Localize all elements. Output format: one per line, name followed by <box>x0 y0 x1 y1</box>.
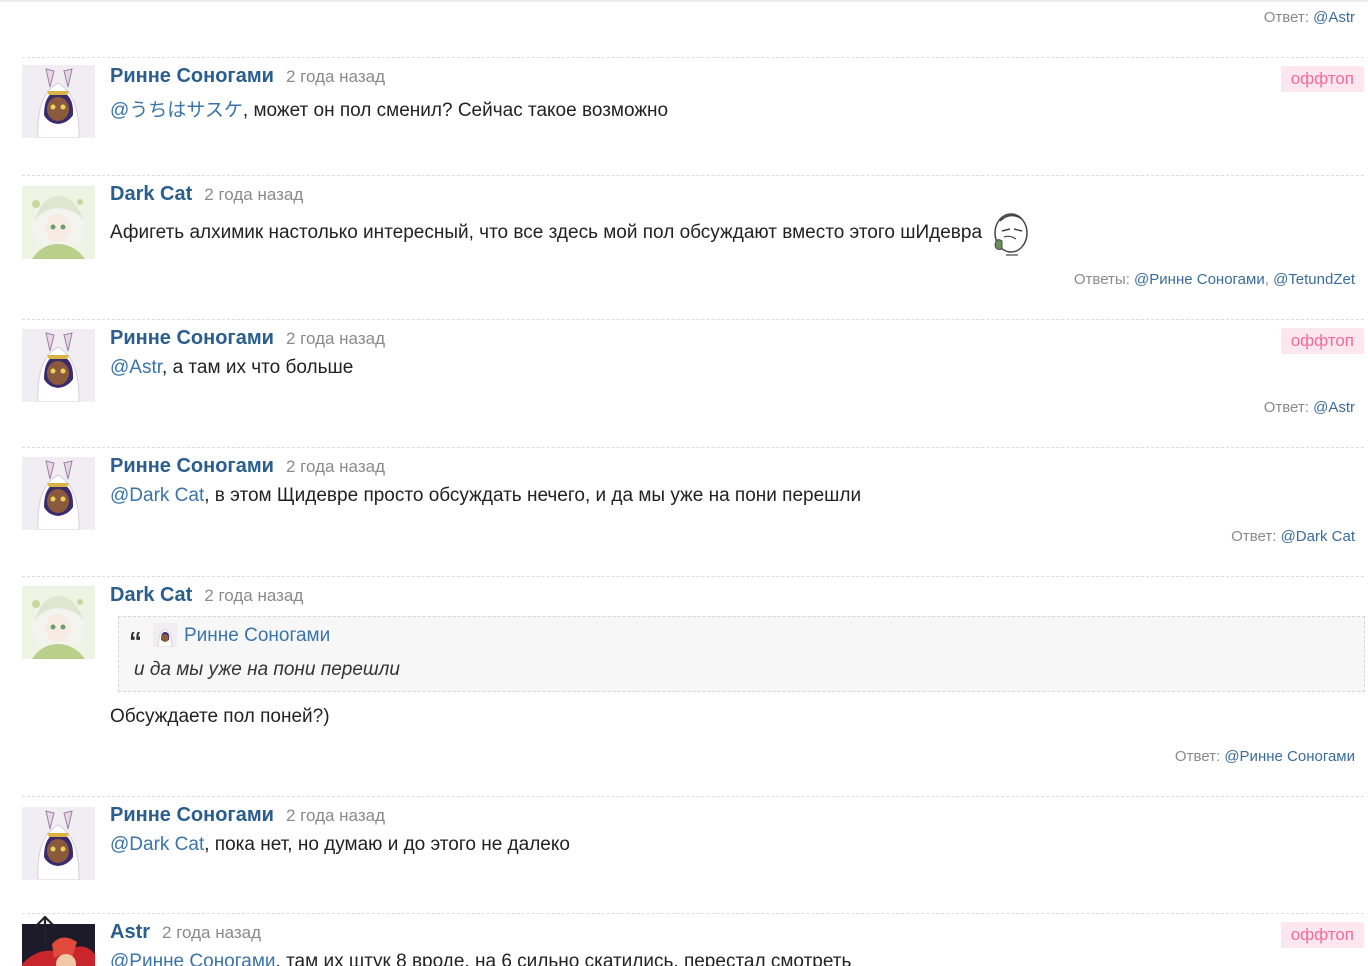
comment-divider <box>22 447 1364 448</box>
avatar[interactable] <box>22 586 95 659</box>
comment-body: , может он пол сменил? Сейчас такое возм… <box>242 100 669 121</box>
comment-text: @Dark Cat, пока нет, но думаю и до этого… <box>110 834 570 856</box>
quote-text: и да мы уже на пони перешли <box>134 659 400 680</box>
reply-prefix: Ответ: <box>1263 9 1309 26</box>
author-link[interactable]: Dark Cat <box>110 584 192 606</box>
comment-divider <box>22 913 1364 914</box>
comment-body: , в этом Щидевре просто обсуждать нечего… <box>204 485 862 506</box>
mention-link[interactable]: @Dark Cat <box>110 485 204 506</box>
mention-link[interactable]: @うちはサスケ <box>110 100 243 121</box>
comment-header: Ринне Соногами 2 года назад <box>110 455 385 478</box>
comment-divider <box>22 57 1364 58</box>
comment-divider <box>22 319 1364 320</box>
comment-time: 2 года назад <box>285 457 385 476</box>
reply-line: Ответы: @Ринне Соногами, @TetundZet <box>1073 271 1355 288</box>
comment-text: Обсуждаете пол поней?) <box>110 706 330 728</box>
comment-header: Dark Cat 2 года назад <box>110 584 303 607</box>
comment-divider <box>22 576 1364 577</box>
comment-time: 2 года назад <box>285 67 385 86</box>
comment-header: Ринне Соногами 2 года назад <box>110 327 385 350</box>
author-link[interactable]: Ринне Соногами <box>110 327 274 349</box>
scroll-to-top-icon[interactable] <box>30 915 60 945</box>
reply-prefix: Ответы: <box>1073 271 1130 288</box>
mention-link[interactable]: @Dark Cat <box>110 834 204 855</box>
reply-prefix: Ответ: <box>1231 528 1277 545</box>
quote-icon: “ <box>129 626 142 656</box>
reply-prefix: Ответ: <box>1174 748 1221 765</box>
mention-link[interactable]: @Astr <box>110 357 162 378</box>
reply-mention-link[interactable]: @Ринне Соногами <box>1134 271 1265 288</box>
avatar[interactable] <box>22 329 95 402</box>
comment-text: @Astr, а там их что больше <box>110 357 353 379</box>
comment-header: Dark Cat 2 года назад <box>110 183 303 206</box>
comment-header: Astr 2 года назад <box>110 921 261 944</box>
comment-body: Обсуждаете пол поней?) <box>110 706 330 727</box>
comment-header: Ринне Соногами 2 года назад <box>110 804 385 827</box>
reply-line: Ответ: @Dark Cat <box>1231 528 1355 545</box>
thinking-smiley-icon <box>990 209 1030 257</box>
comment-header: Ринне Соногами 2 года назад <box>110 65 385 88</box>
reply-line: Ответ: @Ринне Соногами <box>1175 748 1355 765</box>
reply-mention-link[interactable]: @Dark Cat <box>1281 528 1355 545</box>
avatar <box>153 623 177 648</box>
comment-time: 2 года назад <box>285 806 385 825</box>
author-link[interactable]: Ринне Соногами <box>110 455 274 477</box>
quote-block: “ Ринне Соногами и да мы уже на пони пер… <box>118 616 1365 692</box>
comment-text: Афигеть алхимик настолько интересный, чт… <box>110 209 1030 257</box>
offtopic-badge: оффтоп <box>1280 922 1364 948</box>
comment-time: 2 года назад <box>204 185 304 204</box>
comment-divider <box>22 796 1364 797</box>
author-link[interactable]: Astr <box>110 921 150 943</box>
quote-author-link[interactable]: Ринне Соногами <box>184 625 330 647</box>
comment-text: @うちはサスケ, может он пол сменил? Сейчас так… <box>110 95 668 122</box>
reply-prefix: Ответ: <box>1263 399 1309 416</box>
avatar[interactable] <box>22 186 95 259</box>
author-link[interactable]: Dark Cat <box>110 183 192 205</box>
reply-line: Ответ: @Astr <box>1264 9 1355 26</box>
comment-divider <box>22 175 1364 176</box>
reply-line: Ответ: @Astr <box>1264 399 1355 416</box>
comment: Astr 2 года назад оффтоп @Ринне Соногами,… <box>22 921 1364 966</box>
comment-body: , пока нет, но думаю и до этого не далек… <box>204 834 570 855</box>
offtopic-badge: оффтоп <box>1280 328 1364 354</box>
comment-time: 2 года назад <box>162 923 262 942</box>
offtopic-badge: оффтоп <box>1280 66 1364 92</box>
reply-mention-link[interactable]: @Ринне Соногами <box>1224 748 1355 765</box>
author-link[interactable]: Ринне Соногами <box>110 804 274 826</box>
top-border <box>0 0 1368 2</box>
comment-time: 2 года назад <box>285 329 385 348</box>
reply-mention-link[interactable]: @Astr <box>1313 9 1355 26</box>
reply-mention-link[interactable]: @Astr <box>1313 399 1355 416</box>
reply-mention-link[interactable]: @TetundZet <box>1273 271 1355 288</box>
comment-text: @Ринне Соногами, там их штук 8 вроде, на… <box>110 951 851 966</box>
mention-link[interactable]: @Ринне Соногами <box>110 951 276 966</box>
author-link[interactable]: Ринне Соногами <box>110 65 274 87</box>
avatar[interactable] <box>22 457 95 530</box>
comment-text: @Dark Cat, в этом Щидевре просто обсужда… <box>110 485 861 507</box>
avatar[interactable] <box>22 65 95 138</box>
comment-time: 2 года назад <box>204 586 304 605</box>
comment-body: Афигеть алхимик настолько интересный, чт… <box>110 222 983 244</box>
avatar[interactable] <box>22 807 95 880</box>
comment-body: , там их штук 8 вроде, на 6 сильно скати… <box>275 951 852 966</box>
comment-body: , а там их что больше <box>162 357 354 378</box>
